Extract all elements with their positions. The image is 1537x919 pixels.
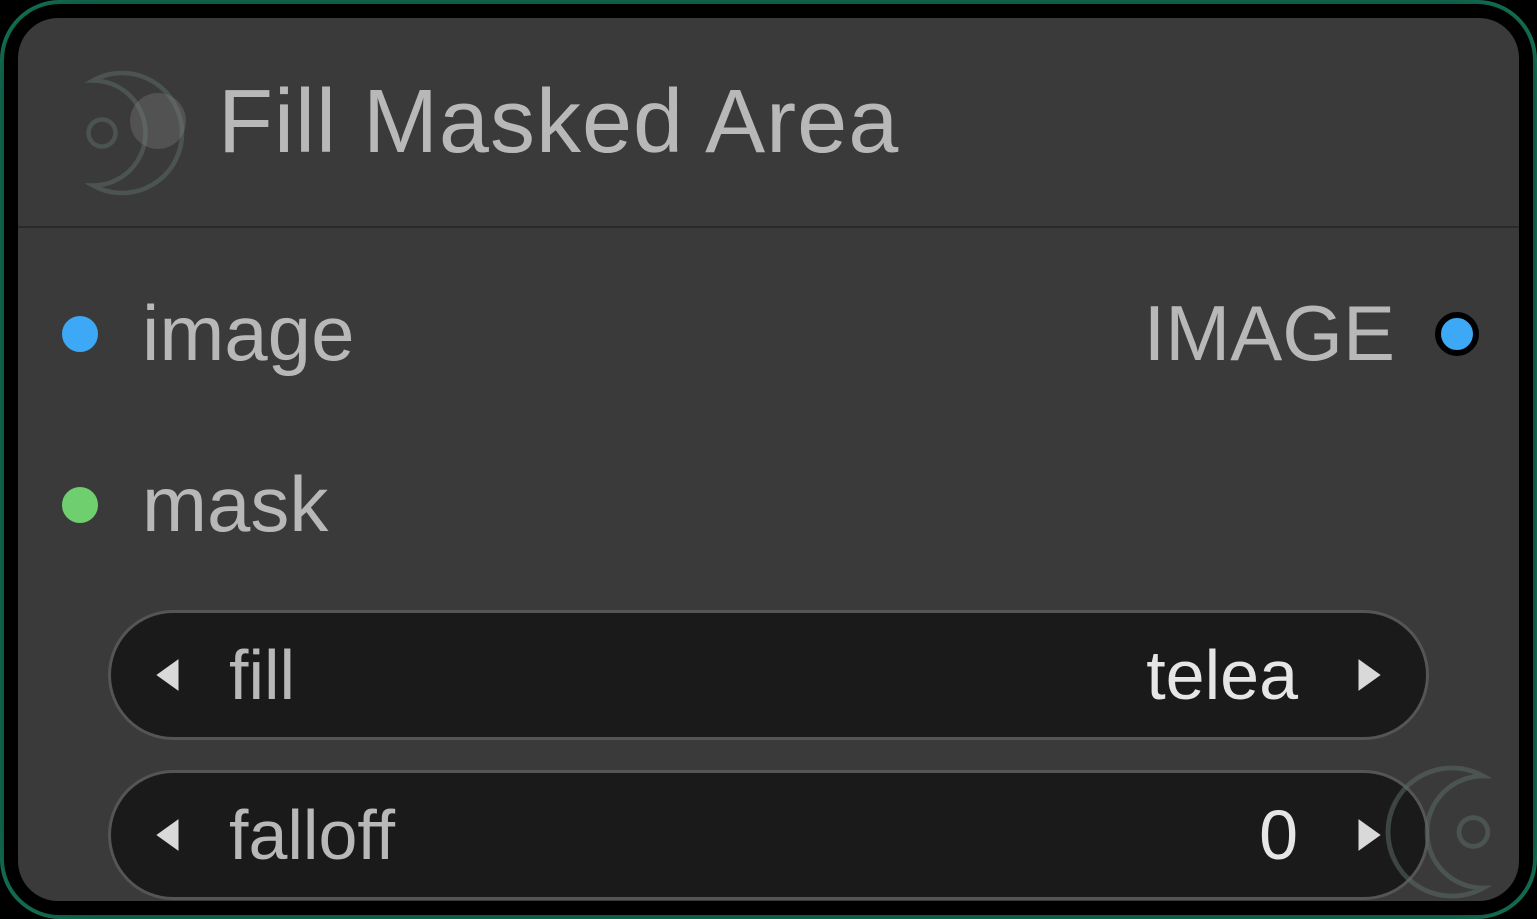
input-label-image: image — [142, 288, 354, 379]
io-row-image: image IMAGE — [58, 288, 1479, 379]
input-socket-mask[interactable] — [58, 483, 102, 527]
io-row-mask: mask — [58, 459, 1479, 550]
output-socket-image[interactable] — [1435, 312, 1479, 356]
selection-frame: Fill Masked Area image IMAGE mask — [0, 0, 1537, 919]
widget-falloff[interactable]: falloff 0 — [108, 770, 1429, 900]
fill-label: fill — [229, 635, 295, 715]
falloff-label: falloff — [229, 795, 395, 875]
widgets: fill telea falloff — [58, 610, 1479, 900]
falloff-prev-button[interactable] — [139, 811, 199, 859]
fill-next-button[interactable] — [1338, 651, 1398, 699]
node-fill-masked-area[interactable]: Fill Masked Area image IMAGE mask — [18, 18, 1519, 901]
collapse-toggle[interactable] — [130, 93, 186, 149]
widget-fill[interactable]: fill telea — [108, 610, 1429, 740]
falloff-value: 0 — [395, 795, 1298, 875]
fill-prev-button[interactable] — [139, 651, 199, 699]
fill-value: telea — [295, 635, 1298, 715]
input-socket-image[interactable] — [58, 312, 102, 356]
node-title: Fill Masked Area — [218, 71, 899, 174]
input-label-mask: mask — [142, 459, 328, 550]
output-label-image: IMAGE — [1144, 288, 1395, 379]
node-body: image IMAGE mask — [18, 228, 1519, 901]
falloff-next-button[interactable] — [1338, 811, 1398, 859]
node-header[interactable]: Fill Masked Area — [18, 18, 1519, 228]
